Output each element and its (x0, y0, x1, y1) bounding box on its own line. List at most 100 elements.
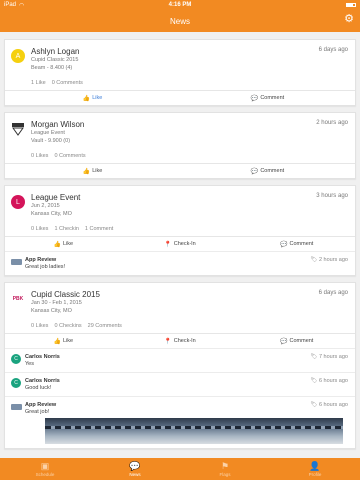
tab-flags[interactable]: ⚑ Flags (180, 458, 270, 480)
comments-count[interactable]: 29 Comments (88, 323, 122, 329)
card-header[interactable]: A Ashlyn Logan Cupid Classic 2015 Beam -… (5, 40, 355, 80)
comments-count[interactable]: 0 Comments (52, 80, 83, 86)
checkin-label: Check-In (173, 241, 196, 247)
tab-bar: ▣ Schedule 💬 News ⚑ Flags 👤 Profile (0, 458, 360, 480)
person-icon: 👤 (309, 461, 321, 471)
comment-text: Great job ladies! (25, 264, 66, 270)
comment-item: C Carlos Norris Yes 🏷 7 hours ago (5, 348, 355, 372)
comment-time-label: 7 hours ago (318, 354, 348, 360)
thumbs-up-icon: 👍 (53, 338, 62, 345)
card-detail: Kansas City, MO (31, 307, 72, 314)
checkins-count[interactable]: 0 Checkins (54, 323, 81, 329)
card-counts: 0 Likes 0 Checkins 29 Comments (5, 323, 355, 333)
tab-label: Profile (308, 472, 322, 477)
like-label: Like (92, 168, 103, 174)
page-title: News (169, 16, 190, 26)
tab-profile[interactable]: 👤 Profile (270, 458, 360, 480)
team-logo-icon (11, 122, 25, 136)
card-actions: 👍 Like 📍 Check-In 💬 Comment (5, 236, 355, 251)
avatar: L (11, 195, 25, 209)
comment-item: App Review Great job ladies! 🏷 2 hours a… (5, 251, 355, 275)
comment-time: 🏷 6 hours ago (310, 378, 348, 384)
thumbs-up-icon: 👍 (82, 168, 91, 175)
comment-button[interactable]: 💬 Comment (238, 241, 355, 248)
comment-label: Comment (289, 338, 314, 344)
like-label: Like (92, 95, 103, 101)
card-actions: 👍 Like 📍 Check-In 💬 Comment (5, 333, 355, 348)
comment-button[interactable]: 💬 Comment (180, 168, 355, 175)
comment-time: 🏷 7 hours ago (310, 354, 348, 360)
comment-text: Great job! (25, 409, 50, 415)
checkin-label: Check-In (173, 338, 196, 344)
like-button[interactable]: 👍 Like (5, 95, 180, 102)
nav-bar: News ⚙ (0, 10, 360, 32)
checkin-button[interactable]: 📍 Check-In (122, 241, 239, 248)
avatar: C (11, 354, 21, 364)
speech-bubble-icon: 💬 (129, 461, 141, 471)
card-subtitle: League Event (31, 130, 65, 136)
battery-icon (346, 3, 356, 7)
comment-photo[interactable] (45, 418, 343, 444)
comment-time: 🏷 2 hours ago (310, 257, 348, 263)
comment-time: 🏷 6 hours ago (310, 402, 348, 408)
like-button[interactable]: 👍 Like (5, 338, 122, 345)
card-counts: 0 Likes 0 Comments (5, 153, 355, 163)
card-time: 3 hours ago (316, 193, 348, 199)
card-header[interactable]: L League Event Jun 2, 2015 Kansas City, … (5, 186, 355, 226)
card-header[interactable]: PBK Cupid Classic 2015 Jan 30 - Feb 1, 2… (5, 283, 355, 323)
comment-author: App Review (25, 257, 57, 263)
speech-bubble-icon: 💬 (250, 95, 259, 102)
likes-count[interactable]: 0 Likes (31, 153, 48, 159)
flag-icon: ⚑ (220, 461, 230, 471)
card-time: 6 days ago (318, 290, 348, 296)
avatar: A (11, 49, 25, 63)
likes-count[interactable]: 1 Like (31, 80, 46, 86)
tab-news[interactable]: 💬 News (90, 458, 180, 480)
speech-bubble-icon: 💬 (250, 168, 259, 175)
location-pin-icon: 📍 (164, 338, 172, 345)
comment-item: C Carlos Norris Good luck! 🏷 6 hours ago (5, 372, 355, 396)
avatar: C (11, 378, 21, 388)
thumbs-up-icon: 👍 (82, 95, 91, 102)
feed-card: Morgan Wilson League Event Vault - 9.900… (4, 112, 356, 179)
calendar-icon: ▣ (40, 461, 50, 471)
card-actions: 👍 Like 💬 Comment (5, 90, 355, 105)
tab-schedule[interactable]: ▣ Schedule (0, 458, 90, 480)
card-actions: 👍 Like 💬 Comment (5, 163, 355, 178)
comment-button[interactable]: 💬 Comment (180, 95, 355, 102)
thumbs-up-icon: 👍 (53, 241, 62, 248)
comment-label: Comment (260, 168, 285, 174)
like-button[interactable]: 👍 Like (5, 168, 180, 175)
comment-author: App Review (25, 402, 57, 408)
likes-count[interactable]: 0 Likes (31, 226, 48, 232)
status-right (346, 3, 356, 7)
comments-count[interactable]: 1 Comment (85, 226, 113, 232)
card-detail: Kansas City, MO (31, 210, 72, 217)
likes-count[interactable]: 0 Likes (31, 323, 48, 329)
card-subtitle: Cupid Classic 2015 (31, 57, 79, 63)
event-logo: PBK (12, 296, 24, 302)
checkin-button[interactable]: 📍 Check-In (122, 338, 239, 345)
status-time: 4:16 PM (168, 2, 192, 8)
comment-author: Carlos Norris (25, 354, 60, 360)
comment-author: Carlos Norris (25, 378, 60, 384)
card-header[interactable]: Morgan Wilson League Event Vault - 9.900… (5, 113, 355, 153)
comment-text: Good luck! (25, 385, 52, 391)
card-counts: 1 Like 0 Comments (5, 80, 355, 90)
comment-item: App Review Great job! 🏷 6 hours ago (5, 396, 355, 448)
card-time: 2 hours ago (316, 120, 348, 126)
news-feed[interactable]: A Ashlyn Logan Cupid Classic 2015 Beam -… (0, 32, 360, 458)
like-label: Like (63, 338, 74, 344)
card-title: Cupid Classic 2015 (31, 290, 100, 299)
feed-card: PBK Cupid Classic 2015 Jan 30 - Feb 1, 2… (4, 282, 356, 449)
comment-button[interactable]: 💬 Comment (238, 338, 355, 345)
app-review-icon (11, 404, 22, 410)
like-button[interactable]: 👍 Like (5, 241, 122, 248)
speech-bubble-icon: 💬 (280, 241, 288, 248)
card-counts: 0 Likes 1 Checkin 1 Comment (5, 226, 355, 236)
gear-icon[interactable]: ⚙ (344, 14, 354, 25)
comments-count[interactable]: 0 Comments (54, 153, 85, 159)
checkins-count[interactable]: 1 Checkin (54, 226, 78, 232)
feed-card: L League Event Jun 2, 2015 Kansas City, … (4, 185, 356, 276)
location-pin-icon: 📍 (164, 241, 172, 248)
